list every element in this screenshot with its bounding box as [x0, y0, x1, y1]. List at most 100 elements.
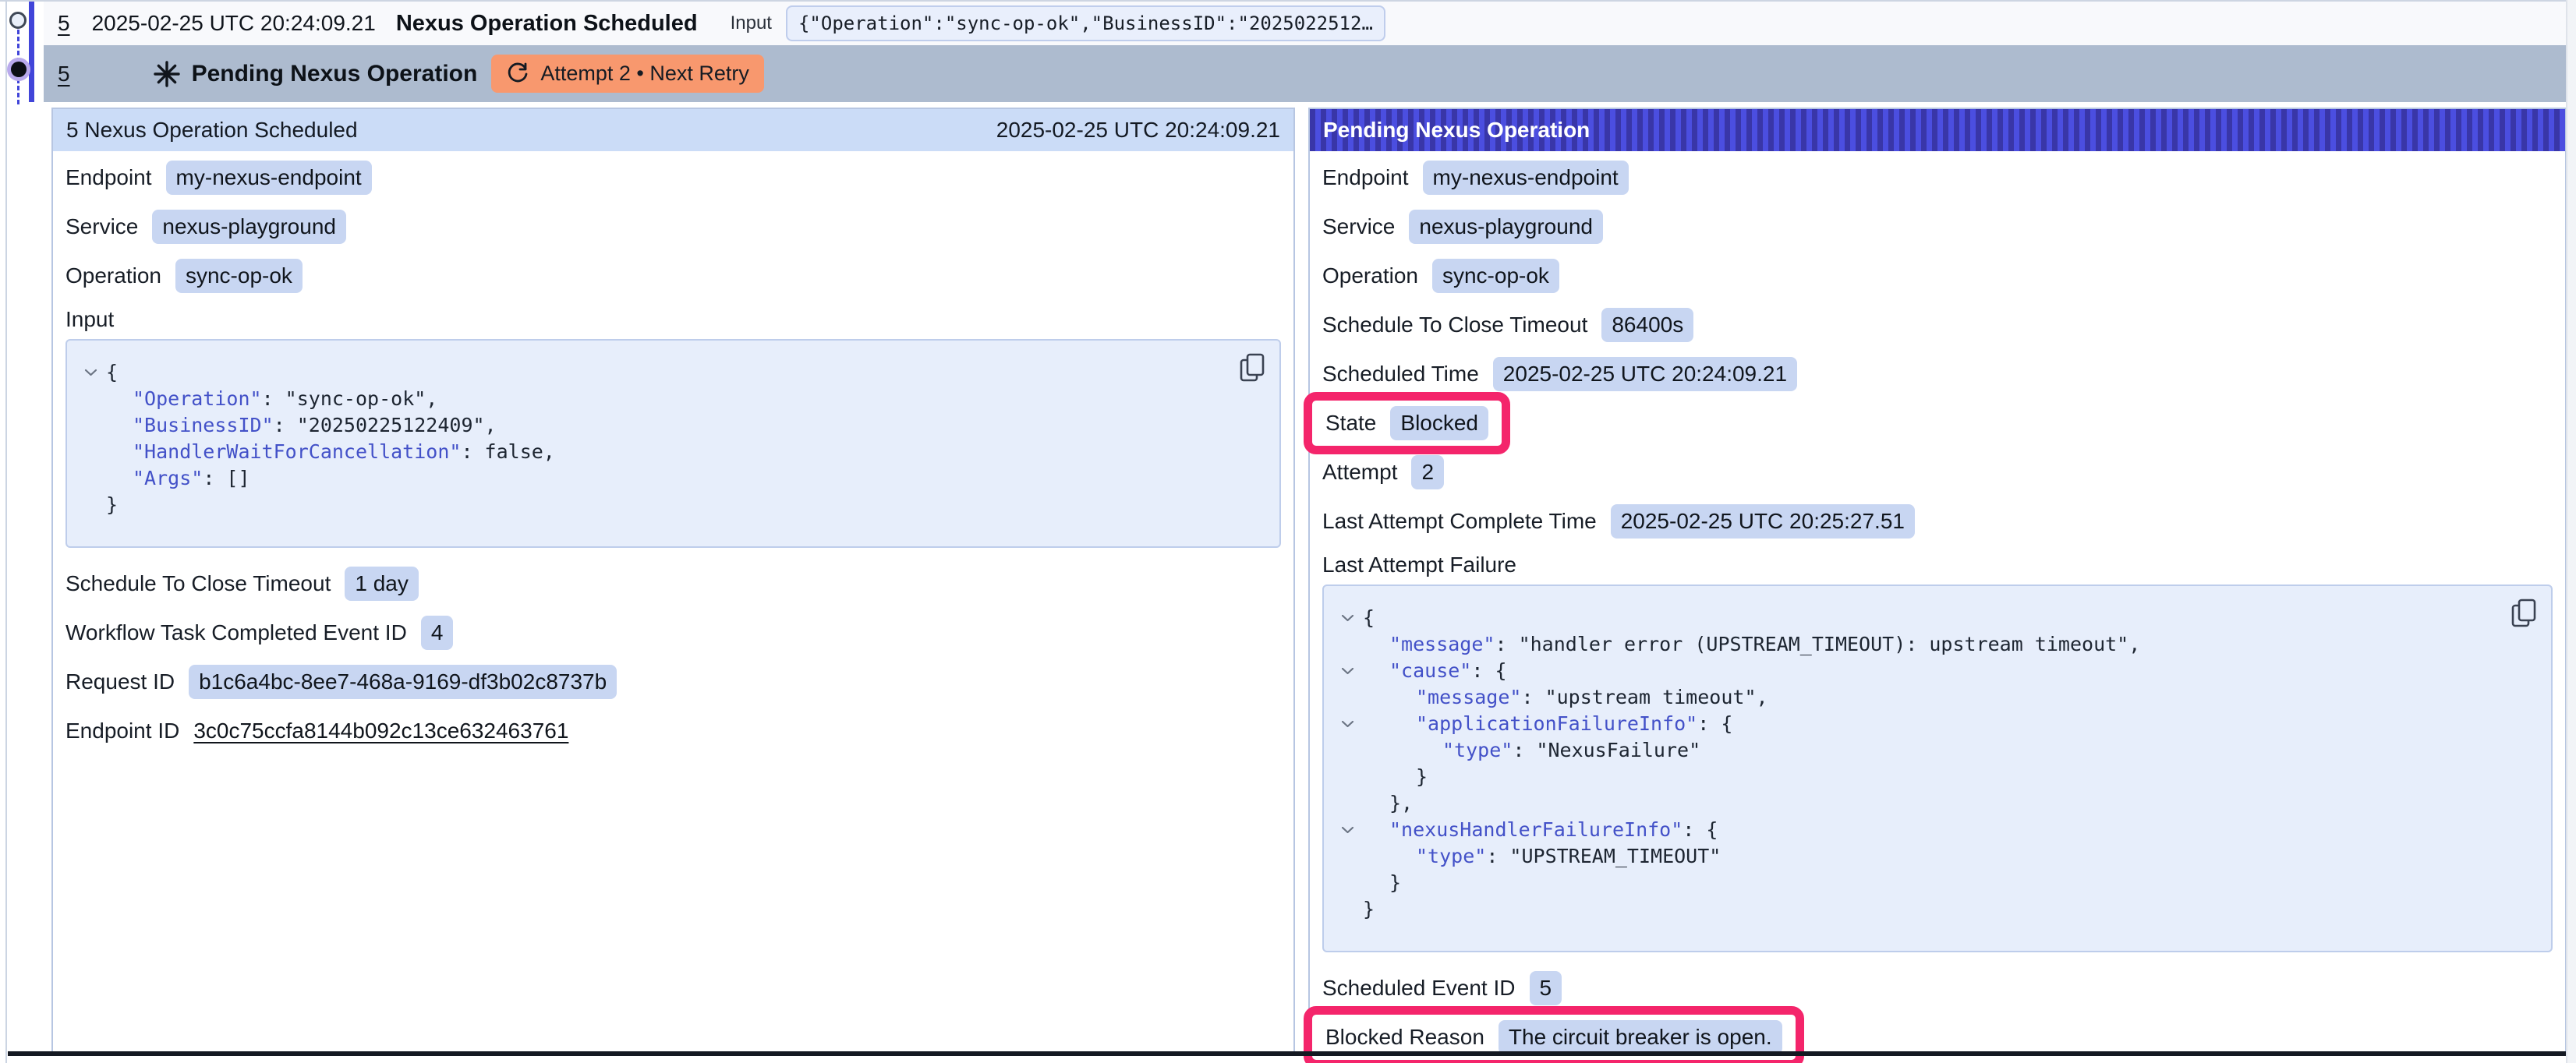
event-row-pending[interactable]: 5 Pending Nexus Operation Attempt 2 • Ne… [44, 45, 2566, 102]
event-row-scheduled[interactable]: 5 2025-02-25 UTC 20:24:09.21 Nexus Opera… [44, 2, 2566, 45]
code-gutter [1332, 764, 1363, 790]
json-text: : { [1683, 818, 1718, 841]
attempt-row-value-badge: 2 [1411, 455, 1444, 489]
code-line: }, [1332, 790, 2535, 817]
json-text: } [1363, 898, 1375, 920]
endpoint-row-label: Endpoint [65, 165, 152, 190]
nexus-asterisk-icon [153, 60, 181, 88]
timeline-rail [5, 0, 7, 1063]
code-gutter [75, 465, 106, 492]
collapse-chevron-icon[interactable] [1332, 711, 1363, 737]
code-content: "type": "UPSTREAM_TIMEOUT" [1363, 843, 1721, 870]
json-key: "type" [1442, 739, 1513, 761]
json-key: "BusinessID" [133, 414, 274, 436]
event-id-link[interactable]: 5 [58, 11, 70, 36]
request-id-row-value-badge: b1c6a4bc-8ee7-468a-9169-df3b02c8737b [189, 665, 617, 699]
json-code-lines: {"message": "handler error (UPSTREAM_TIM… [1332, 605, 2535, 923]
code-content: "message": "upstream timeout", [1363, 684, 1768, 711]
collapse-chevron-icon[interactable] [1332, 658, 1363, 684]
event-detail-panel-scheduled: 5 Nexus Operation Scheduled 2025-02-25 U… [51, 108, 1295, 1054]
highlight-annotation-state-row: State Blocked [1304, 392, 1510, 454]
code-content: "BusinessID": "20250225122409", [106, 412, 497, 439]
detail-rows-group: Scheduled Event ID5Blocked ReasonThe cir… [1322, 963, 2553, 1061]
code-content: } [106, 492, 118, 518]
json-viewer-input: {"Operation": "sync-op-ok","BusinessID":… [65, 339, 1281, 548]
code-gutter [75, 412, 106, 439]
code-gutter [1332, 896, 1363, 923]
state-row-label: State [1325, 411, 1376, 436]
json-text: : [] [203, 467, 249, 489]
temporal-event-history-page: 5 2025-02-25 UTC 20:24:09.21 Nexus Opera… [0, 0, 2576, 1063]
json-text: : "upstream timeout", [1521, 686, 1767, 708]
scheduled-time-row: Scheduled Time2025-02-25 UTC 20:24:09.21 [1322, 349, 2553, 398]
json-key: "type" [1416, 845, 1486, 867]
event-id-link[interactable]: 5 [58, 62, 70, 87]
scrollbar-track[interactable] [2566, 0, 2576, 1063]
code-gutter [75, 492, 106, 518]
endpoint-row-value-badge: my-nexus-endpoint [1423, 161, 1629, 195]
code-content: "applicationFailureInfo": { [1363, 711, 1732, 737]
timeline-dot-selected[interactable] [11, 62, 27, 77]
code-line: "cause": { [1332, 658, 2535, 684]
json-text: } [1416, 765, 1428, 788]
scheduled-event-id-row: Scheduled Event ID5 [1322, 963, 2553, 1012]
code-content: { [1363, 605, 1375, 631]
code-content: } [1363, 764, 1428, 790]
service-row-label: Service [65, 214, 138, 239]
json-key: "Args" [133, 467, 203, 489]
retry-badge-label: Attempt 2 • Next Retry [540, 62, 749, 86]
code-content: "Operation": "sync-op-ok", [106, 386, 437, 412]
state-row-value-badge: Blocked [1390, 406, 1488, 440]
code-line: "BusinessID": "20250225122409", [75, 412, 1264, 439]
json-text: : { [1471, 659, 1506, 682]
input-block-label: Input [65, 300, 1281, 339]
collapse-chevron-icon[interactable] [1332, 605, 1363, 631]
scheduled-event-id-row-value-badge: 5 [1530, 971, 1562, 1005]
json-text: { [1363, 606, 1375, 629]
scheduled-panel-body: Endpointmy-nexus-endpointServicenexus-pl… [53, 151, 1293, 755]
collapse-chevron-icon[interactable] [75, 359, 106, 386]
json-text: : "UPSTREAM_TIMEOUT" [1486, 845, 1721, 867]
pending-panel-body: Endpointmy-nexus-endpointServicenexus-pl… [1310, 151, 2565, 1061]
service-row-label: Service [1322, 214, 1395, 239]
code-content: "HandlerWaitForCancellation": false, [106, 439, 555, 465]
workflow-task-completed-event-id-row-value-badge: 4 [421, 616, 454, 650]
endpoint-id-row: Endpoint ID3c0c75ccfa8144b092c13ce632463… [65, 706, 1281, 755]
json-text: : false, [461, 440, 554, 463]
blocked-reason-row-value-badge: The circuit breaker is open. [1499, 1020, 1782, 1054]
schedule-to-close-timeout-row: Schedule To Close Timeout1 day [65, 559, 1281, 608]
event-title: Pending Nexus Operation [192, 61, 478, 87]
state-row: State Blocked [1322, 398, 2553, 447]
bottom-divider-line [8, 1051, 2566, 1056]
request-id-row: Request IDb1c6a4bc-8ee7-468a-9169-df3b02… [65, 657, 1281, 706]
code-line: { [1332, 605, 2535, 631]
input-preview-badge[interactable]: {"Operation":"sync-op-ok","BusinessID":"… [786, 5, 1385, 41]
code-content: } [1363, 870, 1401, 896]
collapse-chevron-icon[interactable] [1332, 817, 1363, 843]
json-key: "message" [1416, 686, 1521, 708]
code-content: "type": "NexusFailure" [1363, 737, 1700, 764]
copy-icon[interactable] [2511, 599, 2537, 628]
endpoint-id-row-link[interactable]: 3c0c75ccfa8144b092c13ce632463761 [193, 719, 568, 743]
detail-rows-group: Schedule To Close Timeout1 dayWorkflow T… [65, 559, 1281, 755]
code-line: } [1332, 764, 2535, 790]
attempt-row-label: Attempt [1322, 460, 1397, 485]
attempt-row: Attempt 2 [1322, 447, 2553, 496]
json-key: "message" [1389, 633, 1495, 655]
json-key: "nexusHandlerFailureInfo" [1389, 818, 1683, 841]
copy-icon[interactable] [1239, 353, 1265, 383]
code-content: "message": "handler error (UPSTREAM_TIME… [1363, 631, 2140, 658]
failure-block-label: Last Attempt Failure [1322, 546, 2553, 584]
service-row: Servicenexus-playground [1322, 202, 2553, 251]
retry-attempt-badge: Attempt 2 • Next Retry [491, 55, 764, 93]
timeline-dot-open[interactable] [9, 12, 27, 29]
scheduled-time-row-label: Scheduled Time [1322, 362, 1479, 387]
code-line: } [1332, 896, 2535, 923]
refresh-icon [506, 62, 529, 86]
json-text: }, [1389, 792, 1413, 814]
json-key: "Operation" [133, 387, 262, 410]
schedule-to-close-timeout-row-label: Schedule To Close Timeout [65, 571, 331, 596]
scheduled-panel-timestamp: 2025-02-25 UTC 20:24:09.21 [996, 118, 1280, 143]
code-content: "Args": [] [106, 465, 250, 492]
operation-row-value-badge: sync-op-ok [175, 259, 303, 293]
